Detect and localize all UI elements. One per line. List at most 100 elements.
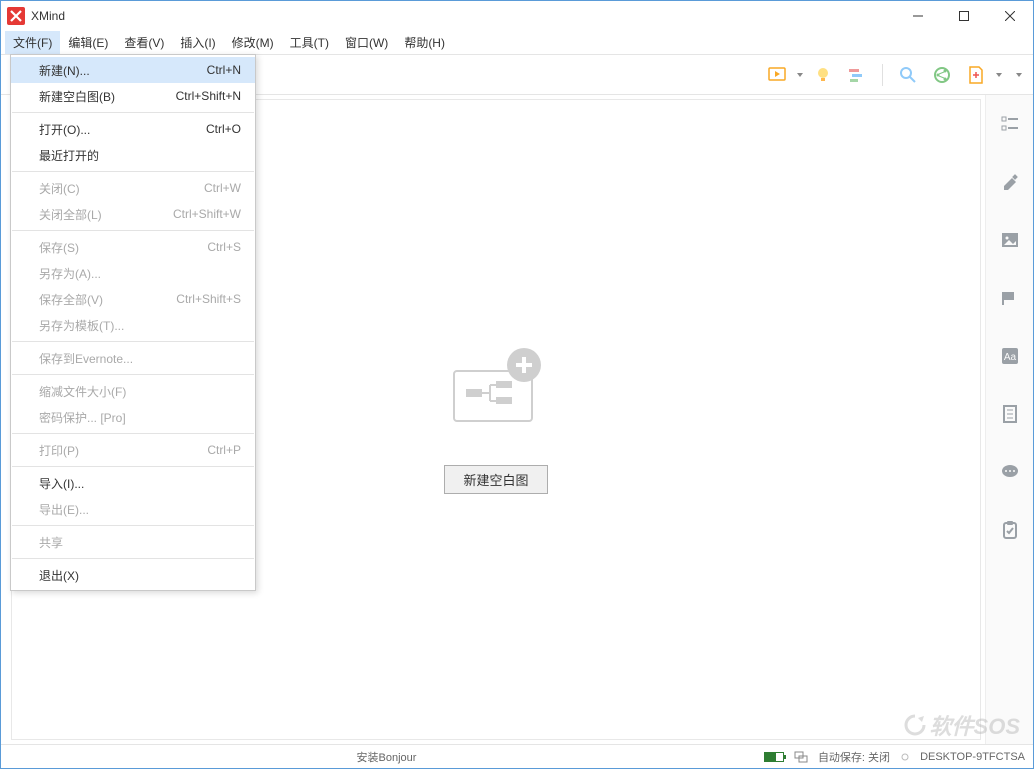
menu-file[interactable]: 文件(F) — [5, 31, 60, 54]
toolbar-idea-icon[interactable] — [808, 60, 838, 90]
file-menu-item: 密码保护... [Pro] — [11, 404, 255, 430]
watermark: 软件SOS — [904, 709, 1020, 741]
app-title: XMind — [31, 9, 895, 23]
status-center[interactable]: 安装Bonjour — [9, 749, 764, 765]
file-menu-item[interactable]: 导入(I)... — [11, 470, 255, 496]
battery-icon — [764, 752, 784, 762]
statusbar: 安装Bonjour 自动保存: 关闭 DESKTOP-9TFCTSA — [1, 744, 1033, 768]
menu-view[interactable]: 查看(V) — [116, 31, 172, 54]
menu-item-label: 另存为模板(T)... — [39, 317, 241, 334]
marker-icon[interactable] — [999, 287, 1021, 309]
menu-separator — [12, 374, 254, 375]
menu-edit-label: 编辑(E) — [68, 34, 108, 51]
font-icon[interactable]: Aa — [999, 345, 1021, 367]
sync-icon — [794, 751, 808, 763]
format-icon[interactable] — [999, 171, 1021, 193]
menu-file-label: 文件(F) — [13, 34, 52, 51]
toolbar-presentation-dropdown[interactable] — [794, 73, 806, 77]
toolbar-share-icon[interactable] — [927, 60, 957, 90]
menu-item-label: 另存为(A)... — [39, 265, 241, 282]
menu-separator — [12, 112, 254, 113]
file-menu-item[interactable]: 新建(N)...Ctrl+N — [11, 57, 255, 83]
toolbar-gantt-icon[interactable] — [842, 60, 872, 90]
menu-separator — [12, 341, 254, 342]
menu-item-label: 导出(E)... — [39, 501, 241, 518]
file-menu-item: 导出(E)... — [11, 496, 255, 522]
menu-item-label: 保存(S) — [39, 239, 207, 256]
menu-modify-label: 修改(M) — [232, 34, 274, 51]
menu-item-label: 关闭(C) — [39, 180, 204, 197]
menu-item-label: 最近打开的 — [39, 147, 241, 164]
file-menu-dropdown: 新建(N)...Ctrl+N新建空白图(B)Ctrl+Shift+N打开(O).… — [10, 54, 256, 591]
menu-item-label: 打开(O)... — [39, 121, 206, 138]
menu-item-accelerator: Ctrl+Shift+S — [176, 292, 241, 306]
file-menu-item: 保存(S)Ctrl+S — [11, 234, 255, 260]
menu-modify[interactable]: 修改(M) — [224, 31, 282, 54]
file-menu-item: 保存到Evernote... — [11, 345, 255, 371]
menu-insert[interactable]: 插入(I) — [172, 31, 223, 54]
menu-separator — [12, 171, 254, 172]
menu-separator — [12, 230, 254, 231]
host-label: DESKTOP-9TFCTSA — [920, 751, 1025, 763]
toolbar-separator — [882, 64, 883, 86]
outline-icon[interactable] — [999, 113, 1021, 135]
menu-item-accelerator: Ctrl+S — [207, 240, 241, 254]
menu-separator — [12, 433, 254, 434]
menu-item-label: 新建空白图(B) — [39, 88, 176, 105]
menu-item-accelerator: Ctrl+N — [207, 63, 241, 77]
menu-tools[interactable]: 工具(T) — [282, 31, 337, 54]
comments-icon[interactable] — [999, 461, 1021, 483]
status-right: 自动保存: 关闭 DESKTOP-9TFCTSA — [764, 749, 1025, 765]
menu-help[interactable]: 帮助(H) — [396, 31, 453, 54]
file-menu-item: 保存全部(V)Ctrl+Shift+S — [11, 286, 255, 312]
file-menu-item[interactable]: 最近打开的 — [11, 142, 255, 168]
notes-icon[interactable] — [999, 403, 1021, 425]
menu-item-label: 导入(I)... — [39, 475, 241, 492]
menu-separator — [12, 525, 254, 526]
menu-item-accelerator: Ctrl+W — [204, 181, 241, 195]
menu-item-label: 关闭全部(L) — [39, 206, 173, 223]
menu-view-label: 查看(V) — [124, 34, 164, 51]
host-dot-icon — [900, 752, 910, 762]
menu-window-label: 窗口(W) — [345, 34, 388, 51]
minimize-button[interactable] — [895, 1, 941, 31]
file-menu-item: 关闭全部(L)Ctrl+Shift+W — [11, 201, 255, 227]
close-button[interactable] — [987, 1, 1033, 31]
task-icon[interactable] — [999, 519, 1021, 541]
autosave-label[interactable]: 自动保存: 关闭 — [818, 749, 890, 765]
app-icon — [7, 7, 25, 25]
menu-window[interactable]: 窗口(W) — [337, 31, 396, 54]
app-window: XMind 文件(F) 编辑(E) 查看(V) 插入(I) 修改(M) 工具(T… — [0, 0, 1034, 769]
menu-separator — [12, 466, 254, 467]
file-menu-item: 另存为模板(T)... — [11, 312, 255, 338]
toolbar-export-dropdown[interactable] — [993, 73, 1005, 77]
menu-item-accelerator: Ctrl+P — [207, 443, 241, 457]
toolbar-search-icon[interactable] — [893, 60, 923, 90]
menu-item-label: 保存全部(V) — [39, 291, 176, 308]
file-menu-item[interactable]: 退出(X) — [11, 562, 255, 588]
file-menu-item: 共享 — [11, 529, 255, 555]
file-menu-item[interactable]: 新建空白图(B)Ctrl+Shift+N — [11, 83, 255, 109]
toolbar-presentation-icon[interactable] — [762, 60, 792, 90]
menu-item-label: 保存到Evernote... — [39, 350, 241, 367]
menu-edit[interactable]: 编辑(E) — [60, 31, 116, 54]
empty-state-graphic — [446, 345, 546, 425]
menu-insert-label: 插入(I) — [180, 34, 215, 51]
menu-item-accelerator: Ctrl+O — [206, 122, 241, 136]
menu-separator — [12, 558, 254, 559]
file-menu-item: 另存为(A)... — [11, 260, 255, 286]
file-menu-item: 关闭(C)Ctrl+W — [11, 175, 255, 201]
file-menu-item[interactable]: 打开(O)...Ctrl+O — [11, 116, 255, 142]
menu-item-label: 密码保护... [Pro] — [39, 409, 241, 426]
window-controls — [895, 1, 1033, 31]
image-icon[interactable] — [999, 229, 1021, 251]
side-panel: Aa — [985, 95, 1033, 744]
toolbar-overflow-dropdown[interactable] — [1013, 73, 1025, 77]
maximize-button[interactable] — [941, 1, 987, 31]
menubar: 文件(F) 编辑(E) 查看(V) 插入(I) 修改(M) 工具(T) 窗口(W… — [1, 31, 1033, 55]
toolbar-export-icon[interactable] — [961, 60, 991, 90]
file-menu-item: 打印(P)Ctrl+P — [11, 437, 255, 463]
titlebar: XMind — [1, 1, 1033, 31]
menu-item-accelerator: Ctrl+Shift+N — [176, 89, 241, 103]
create-blank-button[interactable]: 新建空白图 — [444, 465, 547, 494]
